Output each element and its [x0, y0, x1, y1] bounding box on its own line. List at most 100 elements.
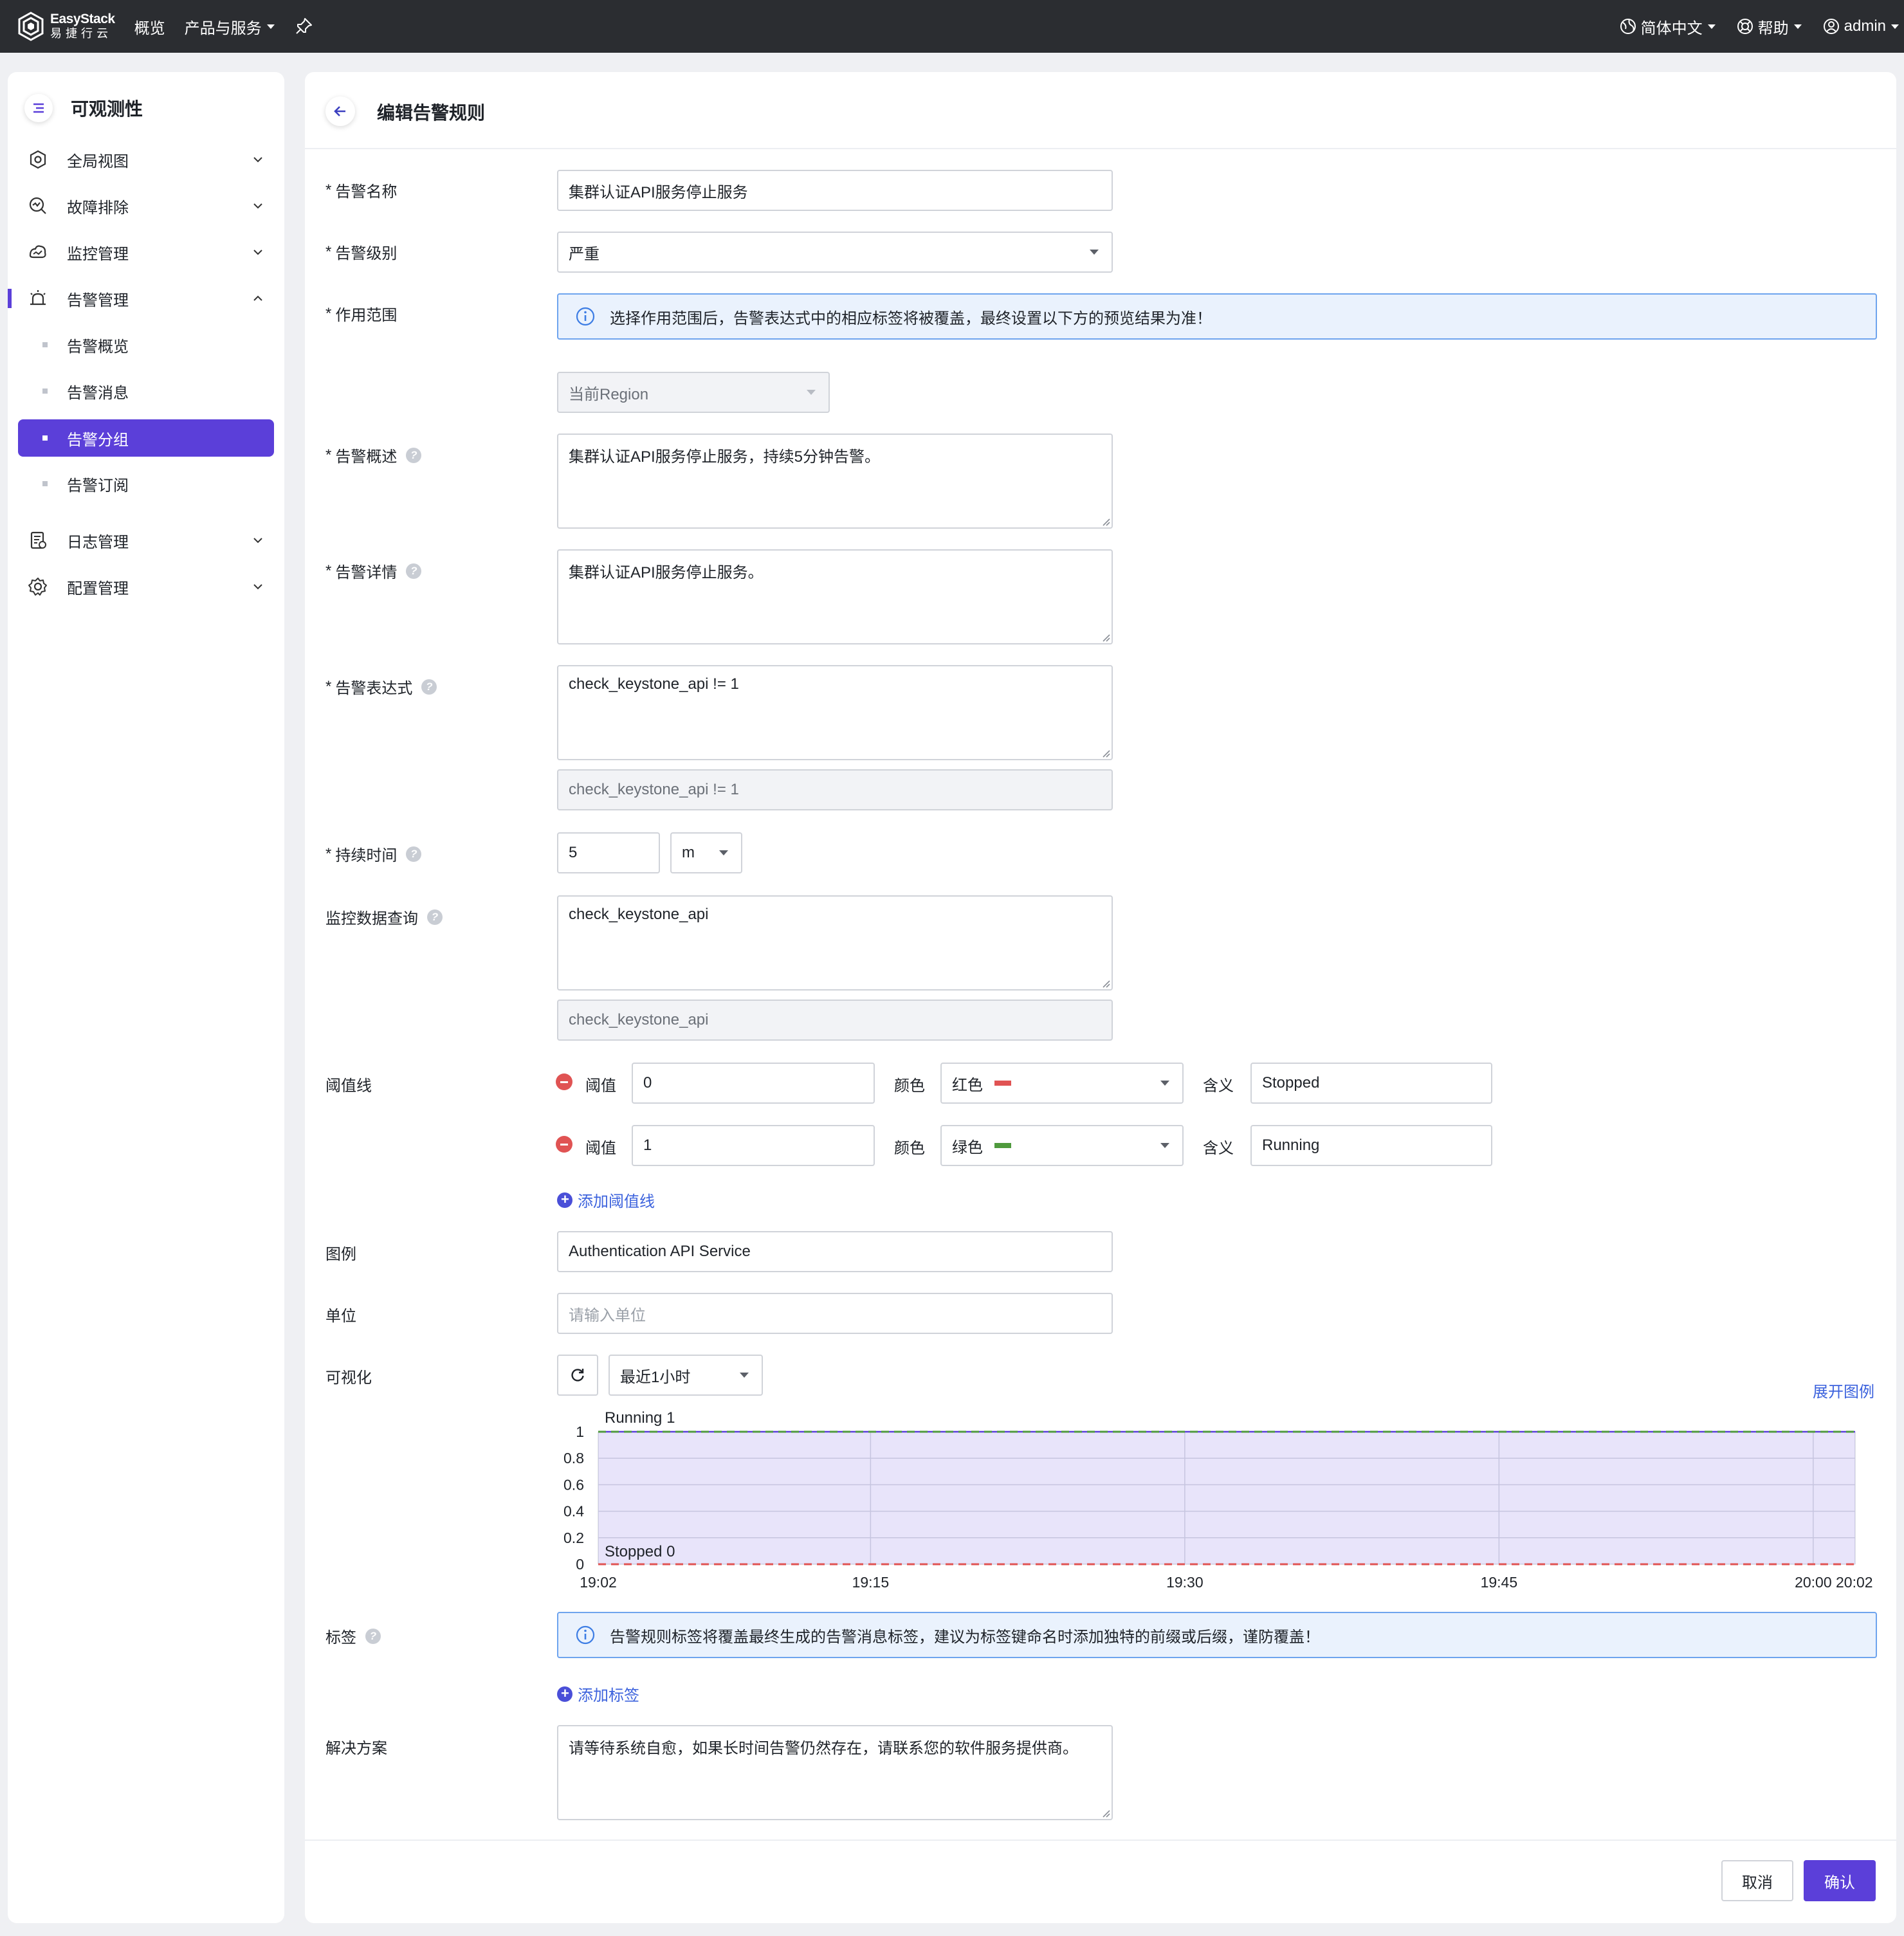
resize-grip-icon[interactable] [1100, 516, 1110, 526]
label-text: 告警详情 [335, 564, 398, 581]
alert-text: 选择作用范围后，告警表达式中的相应标签将被覆盖，最终设置以下方的预览结果为准！ [610, 309, 1212, 327]
resize-grip-icon[interactable] [1100, 632, 1110, 642]
duration-unit-select[interactable]: m [670, 832, 742, 873]
sidebar-sub-alarm-subscriptions[interactable]: 告警订阅 [18, 465, 274, 502]
threshold-color-select[interactable]: 红色 [940, 1063, 1184, 1104]
label-text: 监控数据查询 [325, 910, 418, 927]
nav-products-services[interactable]: 产品与服务 [185, 15, 275, 38]
add-tag-button[interactable]: + 添加标签 [557, 1683, 639, 1705]
arrow-left-icon [334, 106, 345, 116]
expression-textarea[interactable]: check_keystone_api != 1 [557, 665, 1113, 760]
select-value: 严重 [569, 245, 600, 263]
caret-down-icon [1090, 250, 1099, 255]
user-menu[interactable]: admin [1822, 17, 1899, 35]
nav-products-label: 产品与服务 [184, 19, 262, 37]
sidebar-sub-alarm-overview[interactable]: 告警概览 [18, 326, 274, 363]
query-textarea[interactable]: check_keystone_api [557, 895, 1113, 991]
legend-input[interactable]: Authentication API Service [557, 1231, 1113, 1272]
threshold-meaning-input[interactable]: Running [1250, 1125, 1492, 1166]
sidebar-item-troubleshoot[interactable]: 故障排除 [8, 187, 284, 225]
language-switcher[interactable]: 简体中文 [1619, 15, 1716, 38]
sidebar-item-alarm[interactable]: 告警管理 [8, 279, 284, 318]
help-icon[interactable]: ? [427, 909, 443, 925]
sidebar-item-global-view[interactable]: 全局视图 [8, 140, 284, 179]
x-tick-label: 19:15 [852, 1574, 890, 1591]
troubleshoot-icon [29, 197, 46, 214]
help-icon[interactable]: ? [406, 846, 422, 862]
gear-icon [28, 578, 47, 596]
threshold-line-label: Running 1 [605, 1409, 675, 1427]
refresh-button[interactable] [557, 1355, 598, 1396]
x-tick-label: 20:02 [1836, 1574, 1873, 1591]
confirm-button[interactable]: 确认 [1804, 1860, 1876, 1901]
detail-textarea[interactable]: 集群认证API服务停止服务。 [557, 549, 1113, 644]
link-label: 添加阈值线 [578, 1193, 655, 1210]
remove-threshold-icon[interactable] [556, 1073, 572, 1090]
y-tick-label: 0.2 [563, 1530, 584, 1546]
x-tick-label: 19:02 [580, 1574, 617, 1591]
menu-icon [33, 103, 44, 113]
resize-grip-icon[interactable] [1100, 747, 1110, 758]
threshold-meaning-label: 含义 [1203, 1140, 1234, 1157]
chevron-down-icon [253, 584, 262, 590]
time-range-select[interactable]: 最近1小时 [609, 1355, 763, 1396]
threshold-color-select[interactable]: 绿色 [940, 1125, 1184, 1166]
select-value: 红色 [952, 1076, 983, 1094]
nav-overview[interactable]: 概览 [134, 15, 165, 38]
solution-textarea[interactable]: 请等待系统自愈，如果长时间告警仍然存在，请联系您的软件服务提供商。 [557, 1725, 1113, 1820]
help-menu[interactable]: 帮助 [1736, 15, 1802, 38]
alarm-level-select[interactable]: 严重 [557, 232, 1113, 273]
resize-grip-icon[interactable] [1100, 1807, 1110, 1818]
sidebar-sub-alarm-groups[interactable]: 告警分组 [18, 419, 274, 457]
expand-legend-link[interactable]: 展开图例 [1813, 1379, 1874, 1402]
chart-series [598, 1430, 1855, 1564]
alert-text: 告警规则标签将覆盖最终生成的告警消息标签，建议为标签键命名时添加独特的前缀或后缀… [610, 1628, 1320, 1646]
brand-logo[interactable]: EasyStack 易捷行云 [15, 11, 115, 42]
query-preview: check_keystone_api [557, 1000, 1113, 1041]
x-tick-label: 19:30 [1166, 1574, 1204, 1591]
remove-threshold-icon[interactable] [556, 1136, 572, 1153]
help-icon[interactable]: ? [406, 563, 422, 579]
summary-textarea[interactable]: 集群认证API服务停止服务，持续5分钟告警。 [557, 434, 1113, 529]
tags-info-alert: 告警规则标签将覆盖最终生成的告警消息标签，建议为标签键命名时添加独特的前缀或后缀… [557, 1612, 1877, 1658]
textarea-value: check_keystone_api != 1 [569, 675, 739, 693]
monitor-icon [29, 245, 46, 259]
select-value: 最近1小时 [620, 1368, 691, 1386]
unit-input[interactable]: 请输入单位 [557, 1293, 1113, 1334]
cancel-button[interactable]: 取消 [1721, 1860, 1793, 1901]
threshold-value-label: 阈值 [585, 1140, 616, 1157]
label-text: 解决方案 [325, 1740, 387, 1757]
help-icon[interactable]: ? [406, 447, 422, 463]
duration-input[interactable]: 5 [557, 832, 660, 873]
threshold-meaning-input[interactable]: Stopped [1250, 1063, 1492, 1104]
resize-grip-icon[interactable] [1100, 978, 1110, 988]
threshold-value-label: 阈值 [585, 1077, 616, 1095]
label-text: 告警表达式 [335, 680, 413, 697]
pin-icon[interactable] [294, 17, 313, 36]
label-text: 图例 [325, 1246, 356, 1263]
add-threshold-button[interactable]: + 添加阈值线 [557, 1189, 655, 1211]
help-icon[interactable]: ? [421, 679, 437, 695]
select-value: 当前Region [569, 385, 649, 403]
sidebar-item-logs[interactable]: 日志管理 [8, 521, 284, 560]
y-tick-label: 0.8 [563, 1450, 584, 1466]
brand-subname: 易捷行云 [50, 27, 112, 40]
sidebar-item-label: 故障排除 [67, 199, 129, 217]
select-value: 绿色 [952, 1138, 983, 1156]
caret-down-icon [740, 1373, 749, 1378]
sidebar-item-label: 全局视图 [67, 152, 129, 170]
back-button[interactable] [325, 96, 355, 126]
sidebar-item-monitor[interactable]: 监控管理 [8, 233, 284, 271]
scope-region-select[interactable]: 当前Region [557, 372, 830, 413]
help-icon[interactable]: ? [365, 1628, 381, 1644]
threshold-value-input[interactable]: 0 [632, 1063, 875, 1104]
alarm-name-input[interactable]: 集群认证API服务停止服务 [557, 170, 1113, 211]
caret-down-icon [719, 850, 728, 855]
chevron-down-icon [253, 538, 262, 543]
plus-icon: + [557, 1686, 572, 1702]
sidebar-toggle-button[interactable] [24, 94, 53, 122]
detail-label: * 告警详情? [325, 560, 422, 582]
sidebar-sub-alarm-messages[interactable]: 告警消息 [18, 372, 274, 410]
sidebar-item-config[interactable]: 配置管理 [8, 567, 284, 606]
threshold-value-input[interactable]: 1 [632, 1125, 875, 1166]
